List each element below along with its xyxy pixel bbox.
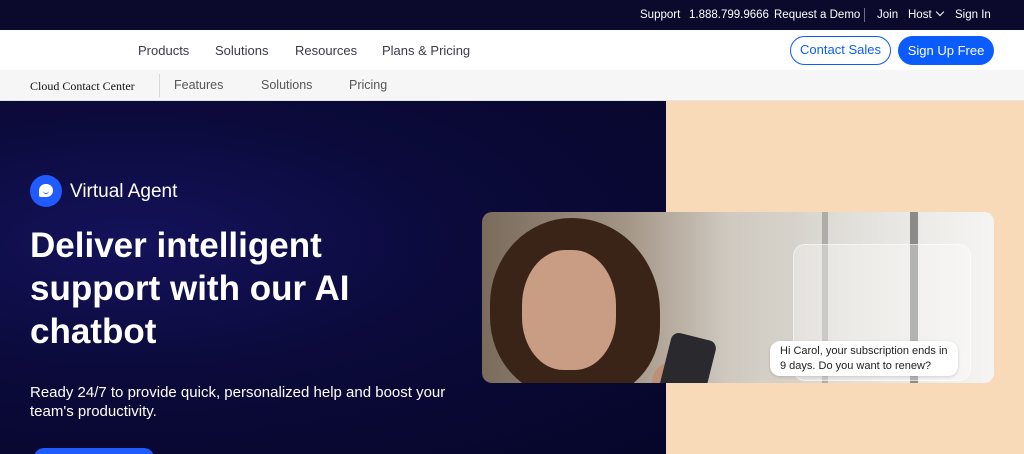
host-label: Host — [908, 9, 932, 21]
sign-up-free-button[interactable]: Sign Up Free — [898, 36, 994, 65]
product-sub-nav: Cloud Contact Center Features Solutions … — [0, 70, 1024, 101]
nav-products[interactable]: Products — [138, 43, 189, 58]
person-face — [522, 250, 616, 370]
chat-bubble-icon — [30, 175, 62, 207]
subnav-features[interactable]: Features — [174, 78, 223, 92]
support-link[interactable]: Support — [640, 9, 680, 21]
nav-resources[interactable]: Resources — [295, 43, 357, 58]
host-menu[interactable]: Host — [908, 7, 944, 21]
main-nav: Products Solutions Resources Plans & Pri… — [0, 30, 1024, 70]
hero-subtitle: Ready 24/7 to provide quick, personalize… — [30, 384, 446, 420]
chevron-down-icon — [935, 7, 944, 17]
hero-cta-button[interactable] — [34, 448, 154, 454]
hero-title: Deliver intelligent support with our AI … — [30, 226, 350, 351]
product-brand[interactable]: Cloud Contact Center — [30, 79, 135, 94]
subnav-pricing[interactable]: Pricing — [349, 78, 387, 92]
chat-message-bubble: Hi Carol, your subscription ends in 9 da… — [770, 341, 958, 376]
nav-plans-pricing[interactable]: Plans & Pricing — [382, 43, 470, 58]
utility-divider — [864, 8, 865, 22]
join-link[interactable]: Join — [877, 9, 898, 21]
nav-solutions[interactable]: Solutions — [215, 43, 268, 58]
subnav-solutions[interactable]: Solutions — [261, 78, 312, 92]
phone-link[interactable]: 1.888.799.9666 — [689, 9, 769, 21]
contact-sales-button[interactable]: Contact Sales — [790, 36, 891, 65]
phone-icon — [658, 331, 718, 383]
product-badge-label: Virtual Agent — [70, 181, 178, 202]
sign-in-link[interactable]: Sign In — [955, 9, 991, 21]
utility-bar: Support 1.888.799.9666 Request a Demo Jo… — [0, 0, 1024, 30]
sub-nav-divider — [159, 74, 160, 97]
request-demo-link[interactable]: Request a Demo — [774, 9, 860, 21]
